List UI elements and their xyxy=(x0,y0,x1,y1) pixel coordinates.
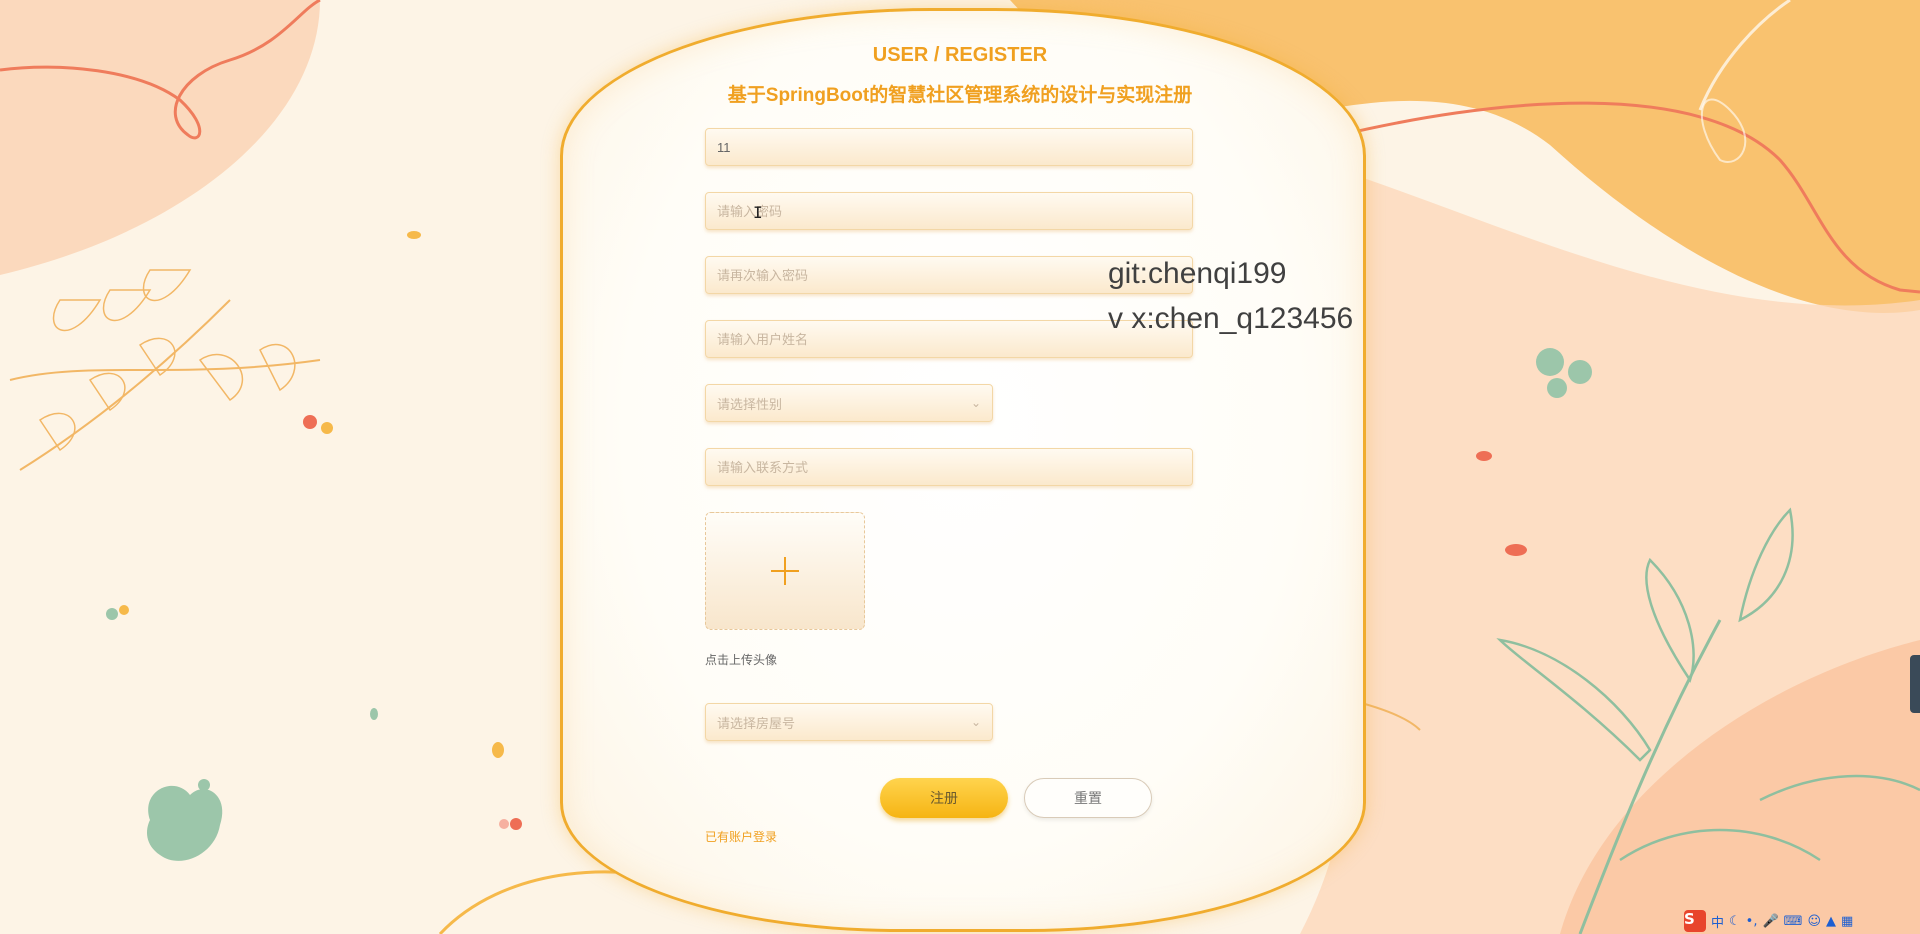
house-select[interactable]: 请选择房屋号 ⌄ xyxy=(705,703,993,741)
reset-button[interactable]: 重置 xyxy=(1024,778,1152,818)
moon-icon[interactable]: ☾ xyxy=(1729,914,1741,929)
user-icon[interactable]: ☺ xyxy=(1807,914,1821,929)
phone-field[interactable] xyxy=(705,448,1193,486)
chevron-down-icon: ⌄ xyxy=(970,396,981,410)
username-field[interactable] xyxy=(705,128,1193,166)
text-cursor-icon: I xyxy=(753,203,763,222)
ime-mode-indicator[interactable]: 中 xyxy=(1711,912,1724,931)
page-subtitle: 基于SpringBoot的智慧社区管理系统的设计与实现注册 xyxy=(727,85,1193,106)
system-tray: S 中 ☾ •, 🎤 ⌨ ☺ ▲ ▦ xyxy=(1680,908,1920,934)
ime-logo-icon[interactable]: S xyxy=(1684,910,1706,932)
register-button[interactable]: 注册 xyxy=(880,778,1008,818)
plus-icon xyxy=(771,557,799,585)
house-select-placeholder: 请选择房屋号 xyxy=(717,715,796,731)
gender-select-placeholder: 请选择性别 xyxy=(717,396,783,412)
avatar-upload[interactable] xyxy=(705,512,865,630)
avatar-upload-label: 点击上传头像 xyxy=(705,653,778,667)
login-link[interactable]: 已有账户登录 xyxy=(705,828,777,845)
password-field[interactable] xyxy=(705,192,1193,230)
side-panel-tab[interactable] xyxy=(1910,655,1920,713)
page-title: USER / REGISTER xyxy=(872,44,1048,66)
microphone-icon[interactable]: 🎤 xyxy=(1762,914,1778,929)
chevron-down-icon: ⌄ xyxy=(970,715,981,729)
keyboard-icon[interactable]: ⌨ xyxy=(1784,914,1803,929)
watermark-git: git:chenqi199 xyxy=(1108,257,1287,290)
shirt-icon[interactable]: ▲ xyxy=(1826,914,1836,929)
gender-select[interactable]: 请选择性别 ⌄ xyxy=(705,384,993,422)
grid-icon[interactable]: ▦ xyxy=(1841,914,1853,929)
watermark-wechat: v x:chen_q123456 xyxy=(1108,302,1354,335)
dot-icon[interactable]: •, xyxy=(1746,914,1758,929)
